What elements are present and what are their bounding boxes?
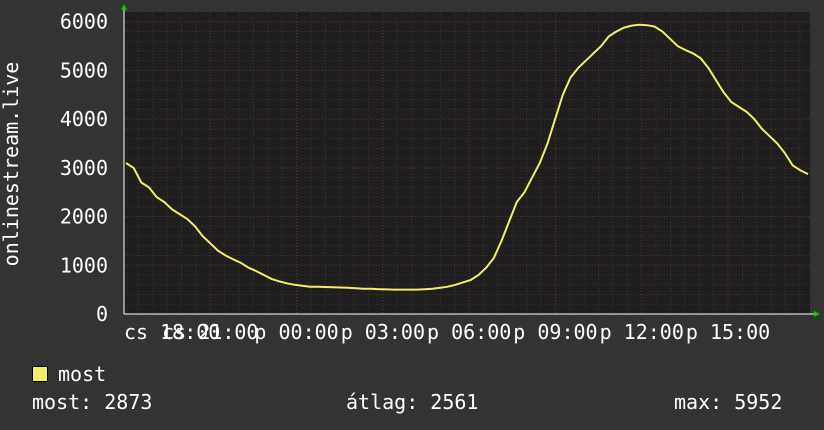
legend-swatch — [32, 366, 48, 382]
x-tick-label: p 12:00 — [600, 320, 684, 344]
line-chart: 0 1000 2000 3000 4000 5000 6000 cs 18:00cs 21:… — [0, 4, 820, 344]
plot-area — [124, 12, 810, 314]
x-axis-arrow — [814, 311, 820, 317]
y-tick-label: 1000 — [60, 253, 108, 277]
x-axis-ticks: cs 18:00cs 21:00p 00:00 p 03:00 p 06:00 p 0… — [124, 320, 770, 344]
x-tick-label: p 03:00 — [341, 320, 425, 344]
legend: most — [32, 362, 106, 386]
y-tick-label: 3000 — [60, 156, 108, 180]
stat-maximum: max: 5952 — [674, 390, 783, 414]
x-tick-label: p 09:00 — [513, 320, 597, 344]
y-tick-label: 5000 — [60, 58, 108, 82]
stat-average: átlag: 2561 — [346, 390, 479, 414]
stat-current: most: 2873 — [32, 390, 153, 414]
y-tick-label: 6000 — [60, 10, 108, 34]
x-tick-label: p 06:00 — [427, 320, 511, 344]
y-axis-arrow — [121, 4, 127, 10]
legend-label: most — [58, 362, 107, 386]
y-tick-label: 2000 — [60, 205, 108, 229]
y-tick-label: 0 — [96, 302, 108, 326]
y-axis-label: onlinestream.live — [0, 62, 23, 267]
y-tick-label: 4000 — [60, 107, 108, 131]
y-axis-ticks: 0 1000 2000 3000 4000 5000 6000 — [60, 10, 108, 326]
x-tick-label: p 00:00 — [254, 320, 338, 344]
x-tick-label: p 15:00 — [686, 320, 770, 344]
x-tick-label: cs 21:00 — [162, 320, 258, 344]
